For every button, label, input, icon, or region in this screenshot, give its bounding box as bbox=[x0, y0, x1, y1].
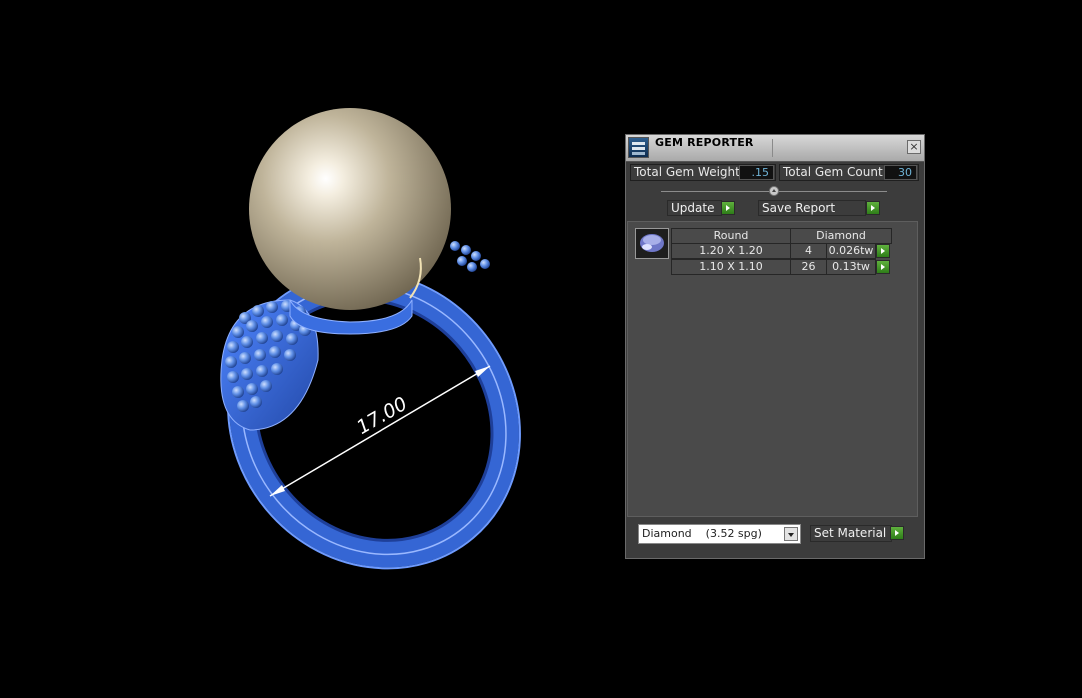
chevron-down-icon[interactable] bbox=[784, 527, 798, 541]
row-1-count: 4 bbox=[790, 243, 827, 259]
row-2-go-icon[interactable] bbox=[876, 260, 890, 274]
gem-reporter-panel: GEM REPORTER × Total Gem Weight .15 Tota… bbox=[625, 134, 925, 559]
round-gem-icon[interactable] bbox=[635, 228, 669, 259]
shape-header: Round bbox=[671, 228, 791, 244]
collapse-toggle-icon[interactable] bbox=[769, 186, 779, 196]
close-icon[interactable]: × bbox=[907, 140, 921, 154]
right-shoulder-beads bbox=[450, 241, 490, 272]
update-go-icon[interactable] bbox=[721, 201, 735, 215]
gem-reporter-icon bbox=[628, 137, 649, 158]
material-dropdown-value: Diamond (3.52 spg) bbox=[642, 527, 762, 540]
material-dropdown[interactable]: Diamond (3.52 spg) bbox=[638, 524, 801, 544]
title-bar[interactable]: GEM REPORTER × bbox=[626, 135, 924, 162]
row-2-size: 1.10 X 1.10 bbox=[671, 259, 791, 275]
set-material-go-icon[interactable] bbox=[890, 526, 904, 540]
gem-list: Round Diamond 1.20 X 1.20 4 0.026tw 1.10… bbox=[627, 221, 918, 517]
material-header: Diamond bbox=[790, 228, 892, 244]
row-1-size: 1.20 X 1.20 bbox=[671, 243, 791, 259]
total-gem-weight-value: .15 bbox=[739, 165, 774, 180]
row-2-weight: 0.13tw bbox=[826, 259, 876, 275]
row-1-go-icon[interactable] bbox=[876, 244, 890, 258]
set-material-button[interactable]: Set Material bbox=[810, 525, 892, 542]
title-divider bbox=[772, 139, 773, 157]
save-report-button[interactable]: Save Report bbox=[758, 200, 866, 216]
total-gem-count-value: 30 bbox=[884, 165, 917, 180]
update-button[interactable]: Update bbox=[667, 200, 722, 216]
dimension-label: 17.00 bbox=[353, 393, 411, 439]
pearl bbox=[249, 108, 451, 310]
save-report-go-icon[interactable] bbox=[866, 201, 880, 215]
row-1-weight: 0.026tw bbox=[826, 243, 876, 259]
row-2-count: 26 bbox=[790, 259, 827, 275]
panel-title: GEM REPORTER bbox=[655, 136, 754, 149]
